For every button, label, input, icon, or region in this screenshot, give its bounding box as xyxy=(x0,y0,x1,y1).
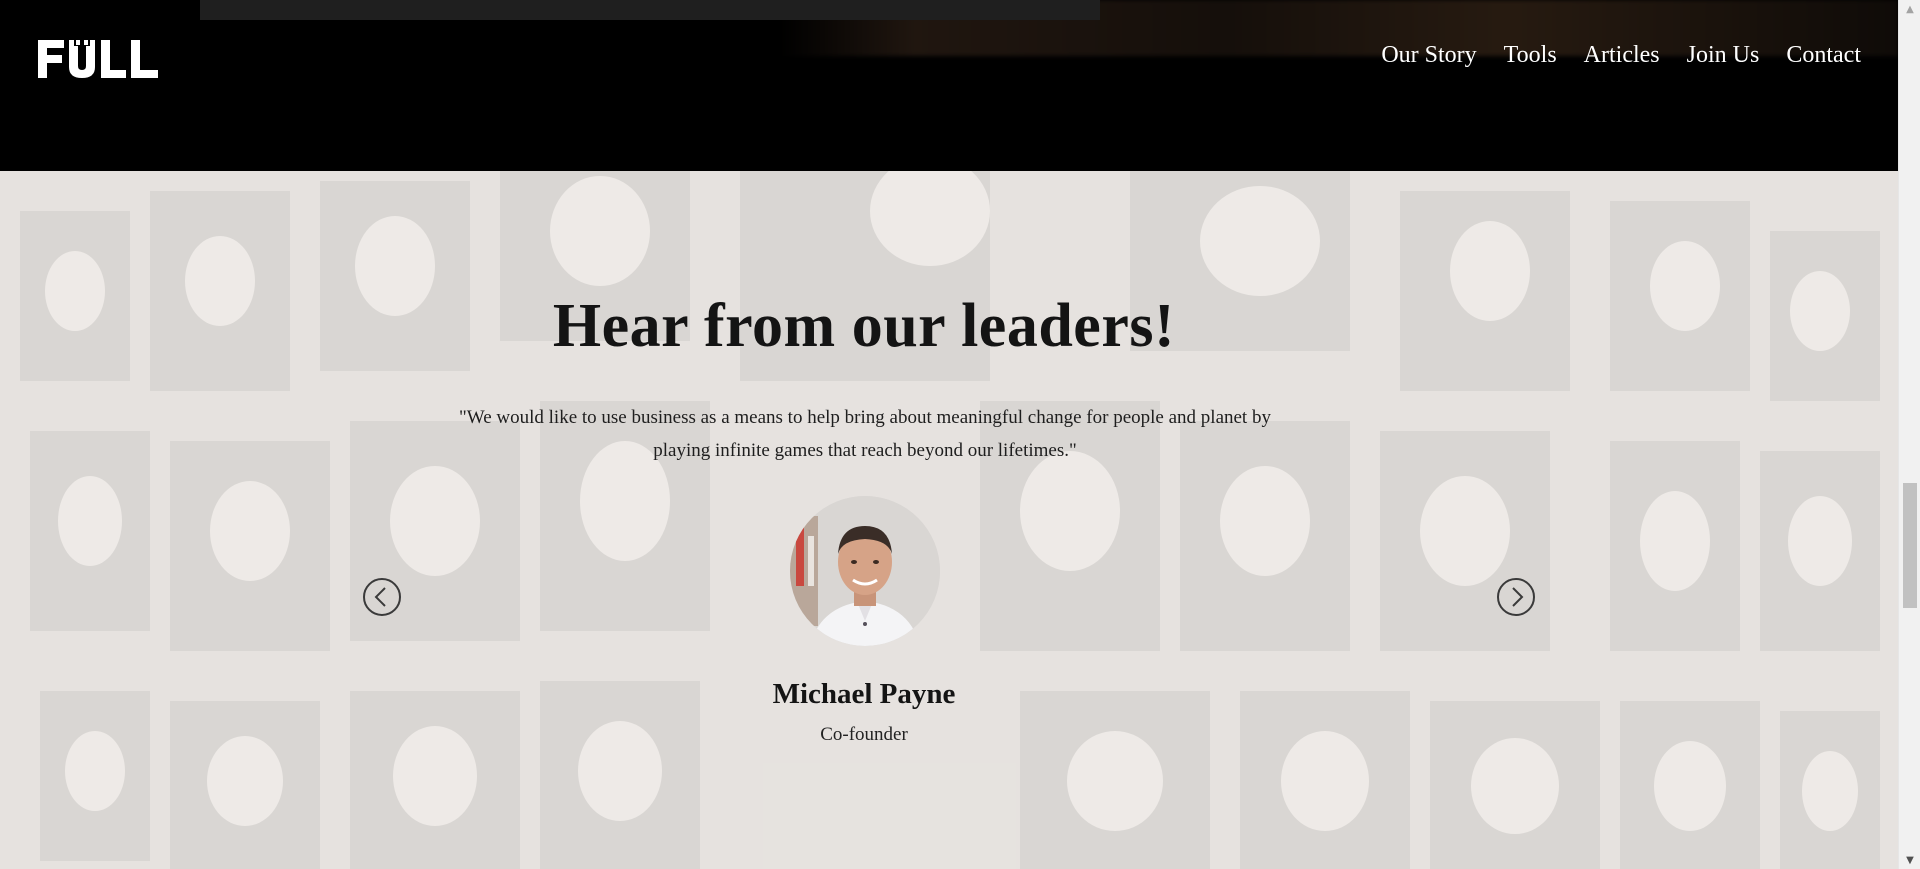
site-header: Our Story Tools Articles Join Us Contact xyxy=(0,0,1898,171)
nav-item-our-story[interactable]: Our Story xyxy=(1381,42,1476,69)
scrollbar-thumb[interactable] xyxy=(1903,483,1917,608)
page-scrollbar[interactable]: ▲ ▼ xyxy=(1898,0,1920,869)
scroll-down-arrow-icon[interactable]: ▼ xyxy=(1899,851,1920,869)
carousel-next-button[interactable] xyxy=(1497,578,1535,616)
main-nav: Our Story Tools Articles Join Us Contact xyxy=(1381,42,1861,69)
full-logo[interactable] xyxy=(38,40,160,78)
background-overlay xyxy=(0,171,1898,869)
header-media-strip xyxy=(200,0,1100,20)
chevron-left-circle-icon xyxy=(363,578,401,616)
section-heading: Hear from our leaders! xyxy=(552,292,1176,360)
chevron-right-circle-icon xyxy=(1497,578,1535,616)
nav-item-join-us[interactable]: Join Us xyxy=(1687,42,1760,69)
avatar xyxy=(790,496,940,646)
nav-item-tools[interactable]: Tools xyxy=(1504,42,1557,69)
carousel-prev-button[interactable] xyxy=(363,578,401,616)
leader-portrait xyxy=(790,496,940,646)
scroll-up-arrow-icon[interactable]: ▲ xyxy=(1899,0,1920,18)
page: Our Story Tools Articles Join Us Contact xyxy=(0,0,1920,869)
leader-quote: "We would like to use business as a mean… xyxy=(459,407,1271,461)
leader-role: Co-founder xyxy=(820,724,908,745)
nav-item-articles[interactable]: Articles xyxy=(1584,42,1660,69)
full-logo-icon xyxy=(38,40,158,78)
nav-item-contact[interactable]: Contact xyxy=(1786,42,1861,69)
leaders-section: Hear from our leaders! "We would like to… xyxy=(0,171,1898,869)
leader-name: Michael Payne xyxy=(772,678,956,710)
